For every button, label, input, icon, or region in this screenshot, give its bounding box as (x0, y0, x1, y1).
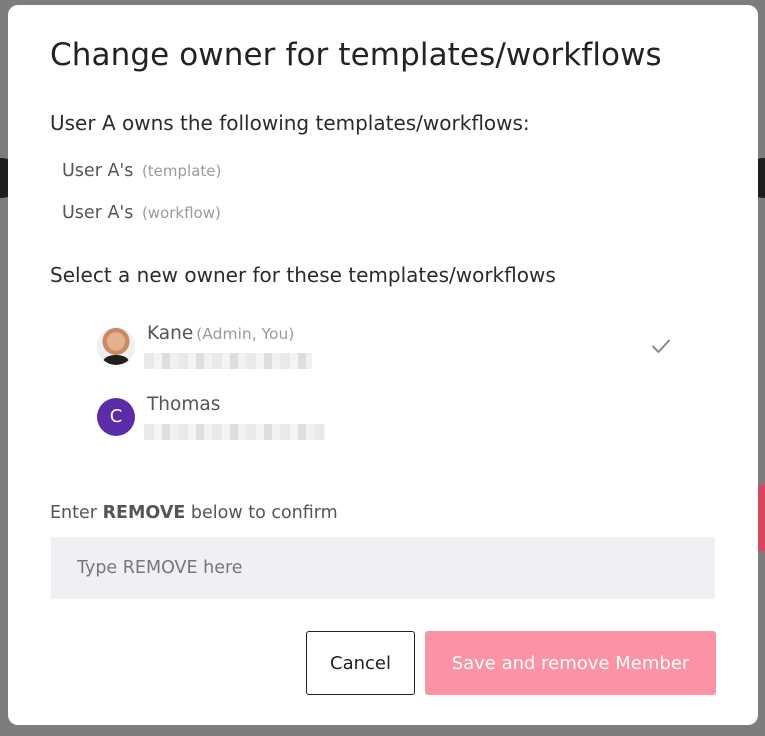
select-owner-heading: Select a new owner for these templates/w… (50, 263, 556, 287)
member-name: Thomas (147, 394, 221, 415)
member-option-kane[interactable]: Kane (Admin, You) (92, 323, 682, 387)
owned-item-template: User A's (template) (62, 161, 221, 181)
change-owner-modal: Change owner for templates/workflows Use… (8, 5, 758, 725)
owned-item-name: User A's (62, 161, 134, 181)
check-icon (652, 339, 670, 353)
member-email-redacted (144, 424, 325, 440)
confirm-label: Enter REMOVE below to confirm (50, 503, 338, 523)
cancel-button[interactable]: Cancel (306, 631, 415, 695)
owned-items-heading: User A owns the following templates/work… (50, 111, 530, 135)
confirm-keyword: REMOVE (102, 503, 186, 523)
owned-item-type: (template) (141, 162, 222, 180)
owned-item-workflow: User A's (workflow) (62, 203, 221, 223)
owned-item-type: (workflow) (141, 204, 221, 222)
save-and-remove-member-button[interactable]: Save and remove Member (425, 631, 716, 695)
member-option-thomas[interactable]: C Thomas (92, 394, 682, 458)
confirm-remove-input[interactable] (51, 537, 715, 599)
modal-title: Change owner for templates/workflows (50, 37, 662, 73)
member-name: Kane (Admin, You) (147, 323, 295, 344)
avatar: C (97, 398, 135, 436)
member-role: (Admin, You) (196, 325, 295, 343)
owned-item-name: User A's (62, 203, 134, 223)
avatar (97, 327, 135, 365)
member-email-redacted (144, 353, 312, 369)
